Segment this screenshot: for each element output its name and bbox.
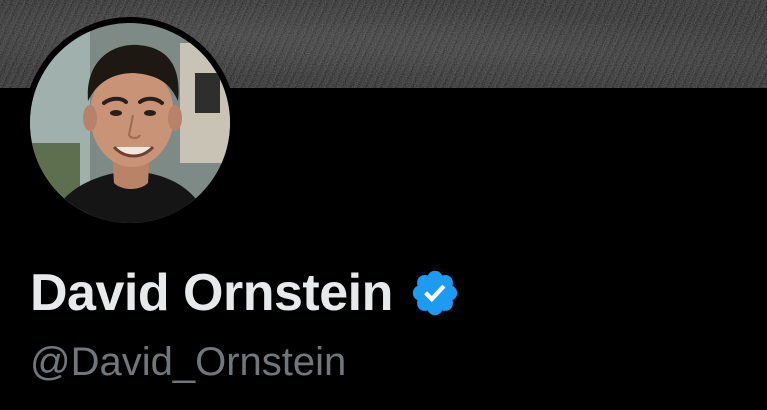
verified-badge-icon[interactable] [409, 267, 461, 319]
display-name: David Ornstein [30, 264, 393, 322]
avatar[interactable] [30, 23, 230, 223]
avatar-photo [30, 23, 230, 223]
profile-header: David Ornstein @David_Ornstein [0, 0, 767, 410]
name-row: David Ornstein [30, 262, 461, 324]
user-handle: @David_Ornstein [30, 340, 347, 384]
